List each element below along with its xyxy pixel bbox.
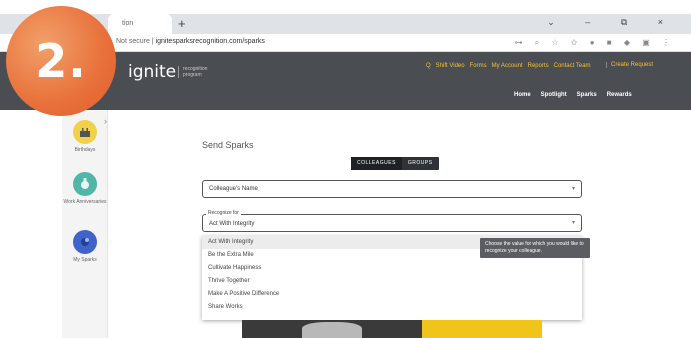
value-tooltip: Choose the value for which you would lik… — [480, 238, 590, 258]
sidebar-label: My Sparks — [73, 257, 97, 263]
url-security: Not secure | — [116, 38, 154, 45]
dropdown-option[interactable]: Share Works — [202, 301, 582, 314]
sidebar-collapse-icon[interactable]: › — [104, 116, 107, 126]
sparks-icon — [73, 230, 97, 254]
dropdown-option[interactable]: Make A Positive Difference — [202, 288, 582, 301]
url-text[interactable]: Not secure | ignitesparksrecognition.com… — [116, 38, 265, 45]
hero-image — [242, 320, 542, 338]
browser-tab[interactable]: tion — [108, 14, 172, 34]
top-nav-my-account[interactable]: My Account — [492, 63, 523, 69]
logo-tagline: recognition program — [178, 66, 207, 78]
toggle-groups[interactable]: GROUPS — [402, 157, 439, 170]
value-select-value: Act With Integrity — [209, 221, 255, 227]
recipient-type-toggle: COLLEAGUES GROUPS — [351, 157, 439, 170]
sidebar-item-anniversaries[interactable]: Work Anniversaries — [62, 172, 108, 205]
top-nav: Q Shift Video Forms My Account Reports C… — [426, 63, 591, 69]
colleague-select-value: Colleague's Name — [209, 186, 258, 192]
chevron-down-icon: ▾ — [571, 220, 575, 226]
window-controls[interactable]: ⌄ – ⧉ × — [547, 17, 677, 28]
value-select-label: Recognize for — [206, 210, 241, 216]
dropdown-option[interactable]: Cultivate Happiness — [202, 262, 582, 275]
create-request-link[interactable]: Create Request — [606, 62, 653, 68]
top-nav-contact-team[interactable]: Contact Team — [554, 63, 591, 69]
top-nav-forms[interactable]: Forms — [470, 63, 487, 69]
chevron-down-icon: ▾ — [571, 186, 575, 192]
search-icon[interactable]: Q — [426, 63, 431, 69]
value-select[interactable]: Act With Integrity ▾ — [202, 214, 582, 232]
ignite-logo[interactable]: ignite — [128, 62, 176, 82]
new-tab-button[interactable]: + — [178, 16, 186, 31]
sidebar-item-my-sparks[interactable]: My Sparks — [62, 230, 108, 263]
colleague-select[interactable]: Colleague's Name ▾ — [202, 180, 582, 198]
hero-yellow-panel — [422, 320, 542, 338]
page-title: Send Sparks — [202, 140, 254, 150]
url-value: ignitesparksrecognition.com/sparks — [155, 38, 265, 45]
nav-home[interactable]: Home — [514, 92, 531, 98]
left-sidebar: Birthdays Work Anniversaries My Sparks — [62, 110, 108, 338]
cake-icon — [73, 120, 97, 144]
top-nav-reports[interactable]: Reports — [528, 63, 549, 69]
nav-rewards[interactable]: Rewards — [607, 92, 632, 98]
dropdown-option[interactable]: Thrive Together — [202, 275, 582, 288]
nav-spotlight[interactable]: Spotlight — [541, 92, 567, 98]
hero-hand-shape — [302, 322, 362, 338]
nav-sparks[interactable]: Sparks — [577, 92, 597, 98]
medal-icon — [73, 172, 97, 196]
sidebar-item-birthdays[interactable]: Birthdays — [62, 120, 108, 153]
step-badge: 2. — [6, 6, 116, 116]
top-nav-shift-video[interactable]: Shift Video — [436, 63, 465, 69]
step-number: 2. — [35, 34, 87, 88]
toggle-colleagues[interactable]: COLLEAGUES — [351, 157, 402, 170]
sidebar-label: Birthdays — [74, 147, 96, 153]
main-nav: Home Spotlight Sparks Rewards — [514, 92, 632, 98]
sidebar-label: Work Anniversaries — [63, 199, 107, 205]
browser-toolbar-icons[interactable]: ⊶ ⌕ ☆ ✩ ● ■ ◆ ▣ ⋮ — [514, 38, 675, 48]
